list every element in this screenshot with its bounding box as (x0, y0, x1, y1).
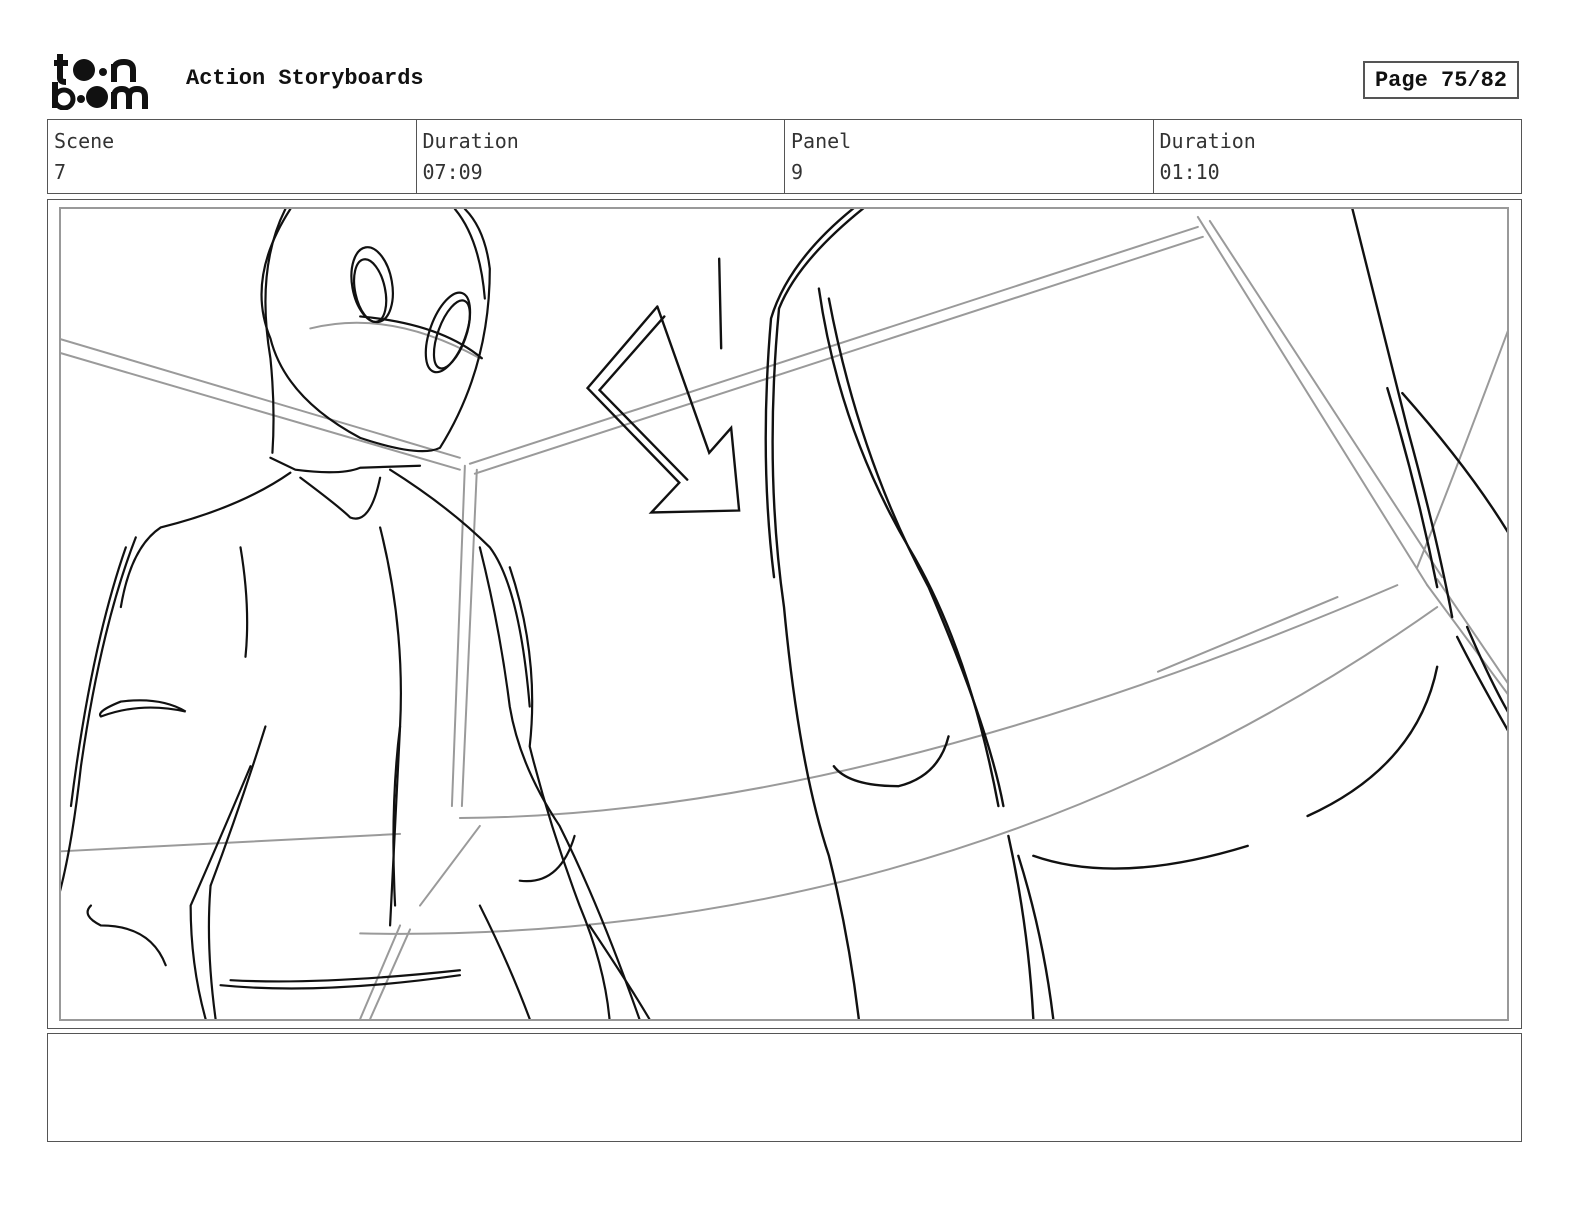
storyboard-panel-frame (47, 199, 1522, 1029)
page-number-badge: Page 75/82 (1363, 61, 1519, 99)
panel-duration-cell: Duration 01:10 (1154, 120, 1522, 193)
panel-duration-label: Duration (1159, 129, 1256, 153)
scene-duration-value: 07:09 (422, 160, 483, 184)
scene-label: Scene (54, 129, 115, 153)
panel-info-row: Scene 7 Duration 07:09 Panel 9 Duration … (47, 119, 1522, 194)
character-sketch (61, 209, 651, 1019)
down-arrow-icon (585, 257, 741, 514)
panel-cell: Panel 9 (785, 120, 1154, 193)
panel-notes-box (47, 1033, 1522, 1142)
scene-duration-cell: Duration 07:09 (417, 120, 785, 193)
panel-label: Panel (791, 129, 852, 153)
scene-cell: Scene 7 (48, 120, 417, 193)
storyboard-panel-image (59, 207, 1509, 1021)
toon-boom-logo (50, 52, 162, 111)
panel-value: 9 (791, 160, 804, 184)
sketch-drawing (61, 209, 1507, 1019)
document-title: Action Storyboards (186, 66, 424, 91)
panel-duration-value: 01:10 (1159, 160, 1220, 184)
scene-duration-label: Duration (422, 129, 519, 153)
scene-value: 7 (54, 160, 67, 184)
